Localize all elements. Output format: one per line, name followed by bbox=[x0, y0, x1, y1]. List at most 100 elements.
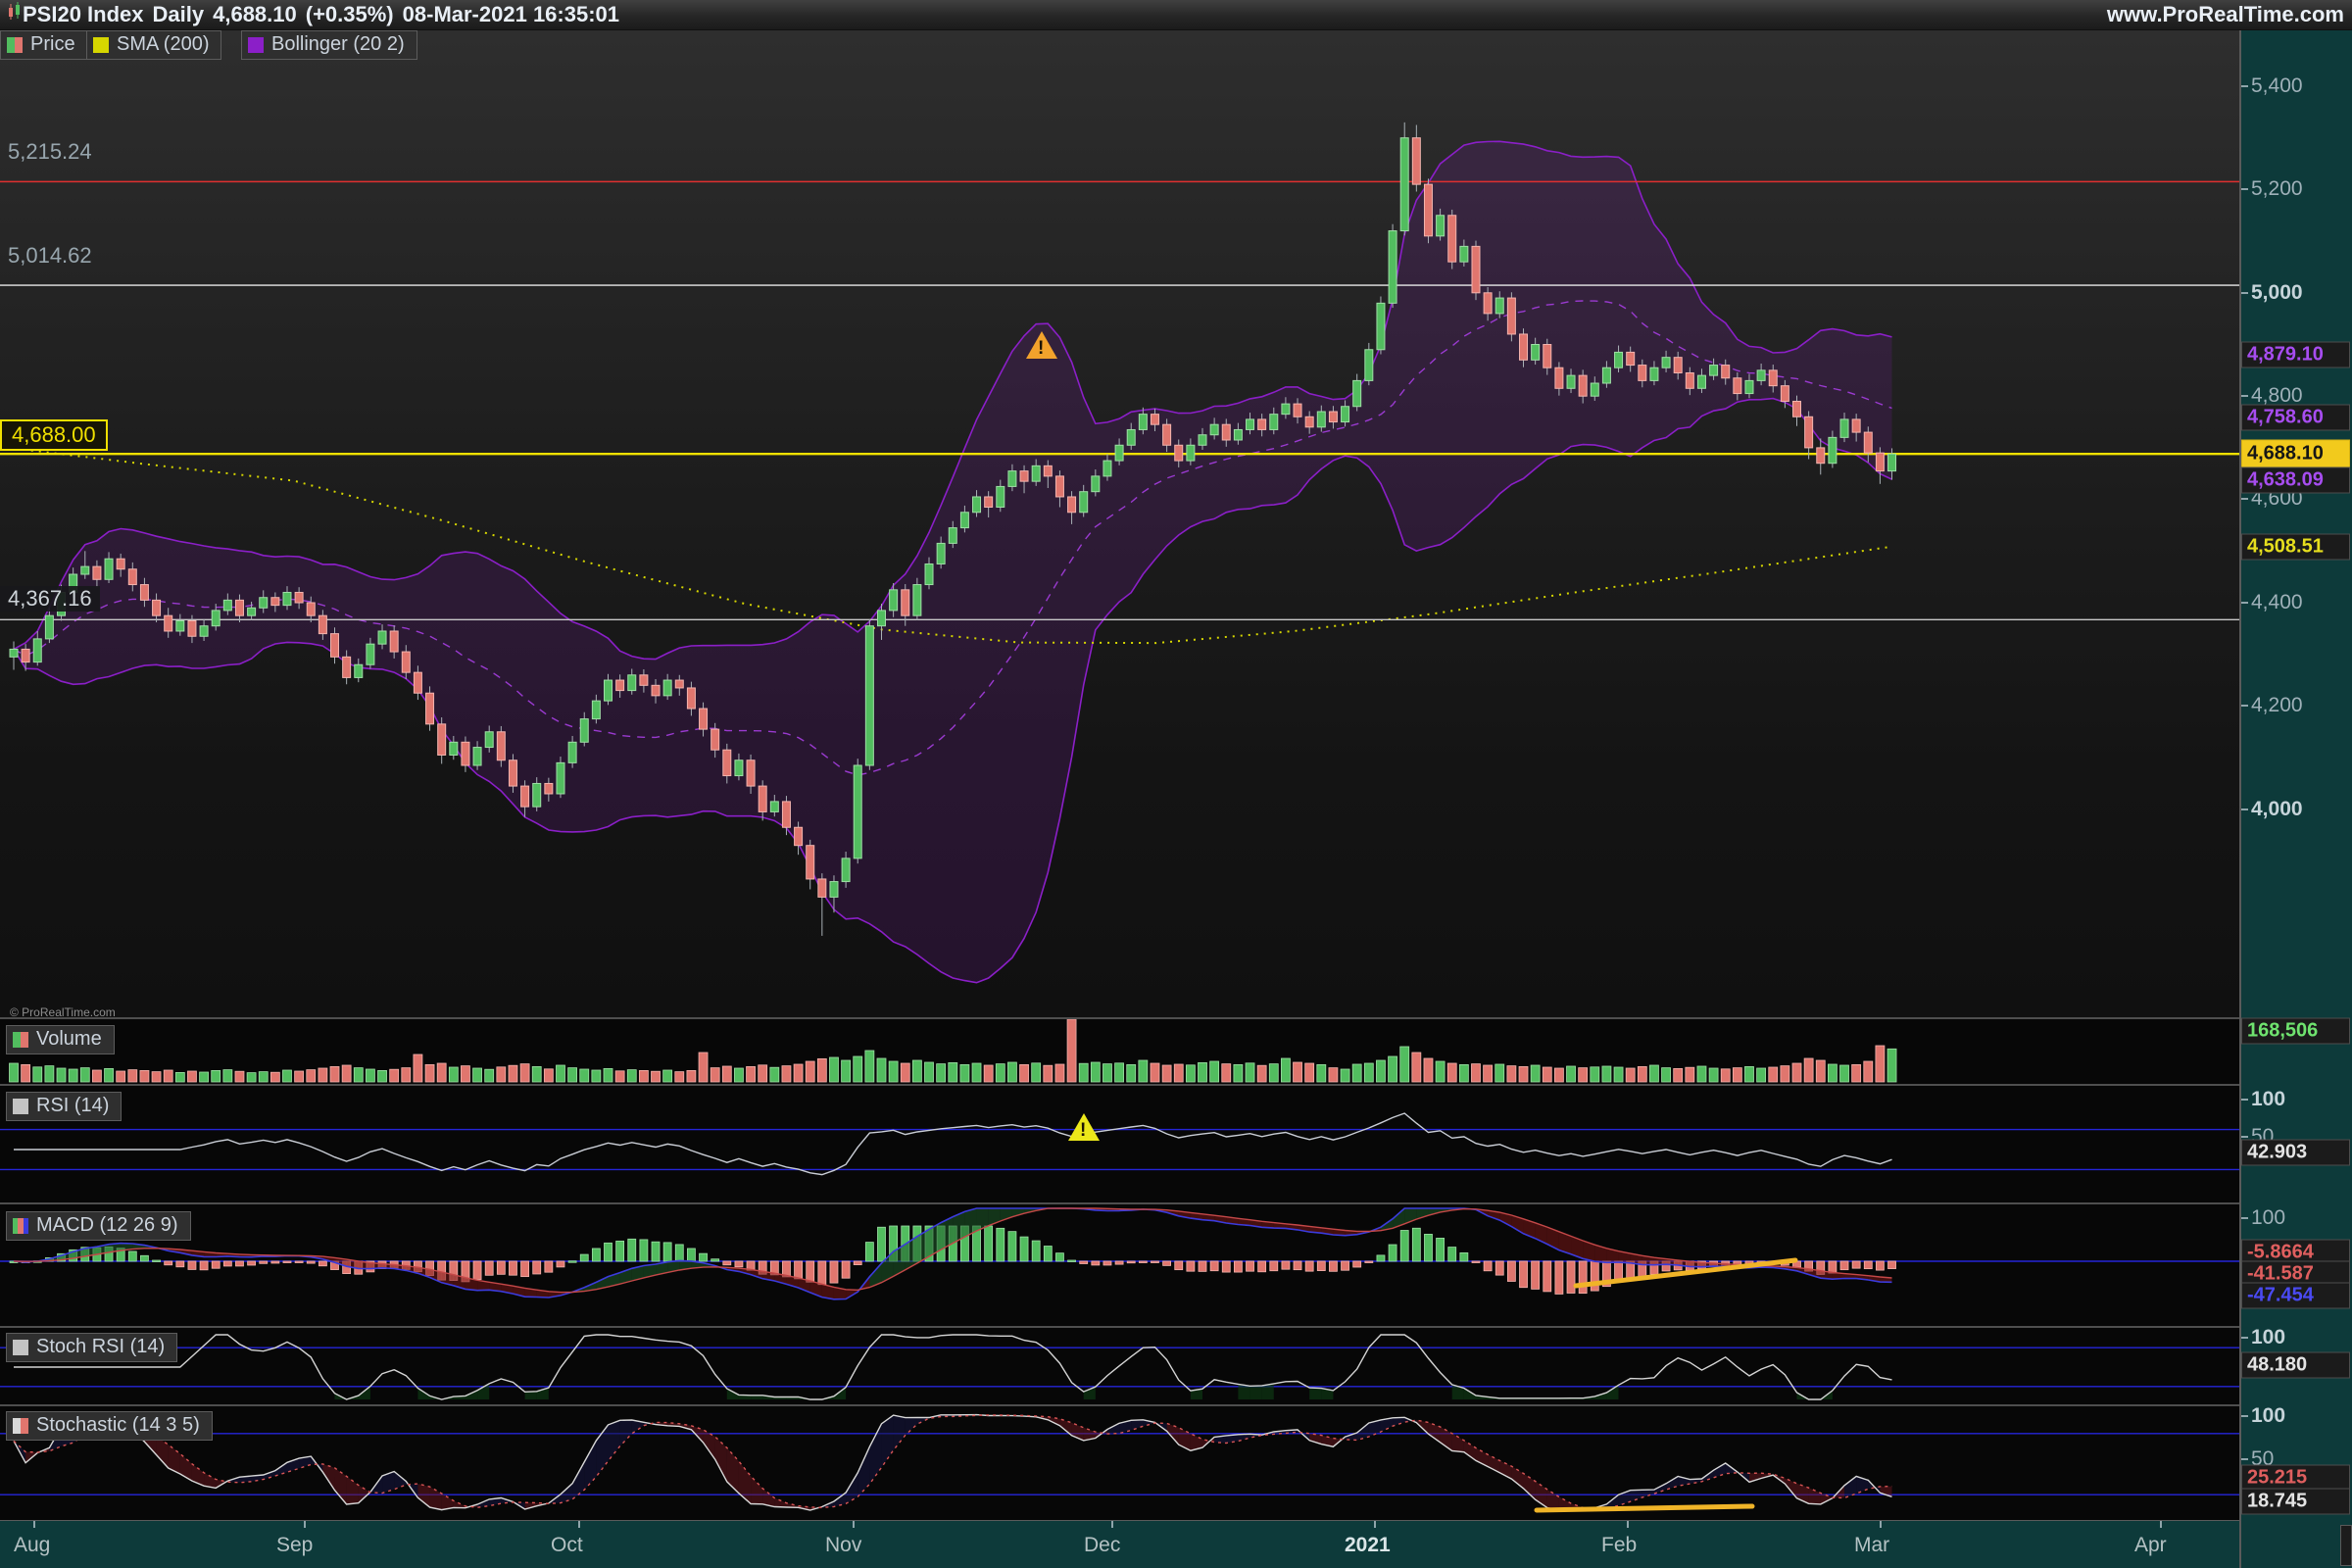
stochrsi-panel-label[interactable]: Stoch RSI (14) bbox=[6, 1333, 177, 1362]
time-axis-label: Mar bbox=[1854, 1534, 1889, 1557]
candle-body bbox=[1115, 445, 1123, 461]
macd-histogram-bar bbox=[1270, 1261, 1278, 1271]
panel-separator[interactable] bbox=[0, 1084, 2239, 1086]
candle-body bbox=[343, 657, 351, 677]
volume-bar bbox=[200, 1072, 209, 1082]
legend-item-bollinger[interactable]: Bollinger (20 2) bbox=[241, 30, 417, 60]
candle-body bbox=[807, 846, 814, 879]
volume-bar bbox=[1816, 1060, 1825, 1082]
volume-bar bbox=[223, 1070, 232, 1082]
candle-body bbox=[628, 675, 636, 691]
legend-item-sma[interactable]: SMA (200) bbox=[86, 30, 221, 60]
volume-bar bbox=[532, 1066, 541, 1082]
candle-body bbox=[1199, 435, 1206, 446]
volume-bar bbox=[770, 1067, 779, 1082]
price-axis-tick-label: 100 bbox=[2251, 1326, 2285, 1349]
candle-body bbox=[260, 598, 268, 609]
macd-histogram-bar bbox=[307, 1261, 315, 1263]
macd-histogram-bar bbox=[1495, 1261, 1503, 1275]
macd-histogram-bar bbox=[1151, 1261, 1158, 1263]
volume-bar bbox=[1079, 1063, 1088, 1082]
macd-histogram-bar bbox=[271, 1261, 279, 1263]
website-link[interactable]: www.ProRealTime.com bbox=[2107, 2, 2344, 27]
axis-corner-handle[interactable] bbox=[2340, 1525, 2352, 1566]
rsi-panel-label[interactable]: RSI (14) bbox=[6, 1092, 122, 1121]
stochastic-fill bbox=[1714, 1463, 1726, 1478]
volume-bar bbox=[187, 1071, 196, 1082]
candle-body bbox=[1234, 429, 1242, 440]
candle-body bbox=[426, 693, 434, 724]
volume-bar bbox=[461, 1066, 469, 1082]
volume-bar bbox=[1484, 1065, 1493, 1082]
candle-body bbox=[865, 626, 873, 765]
volume-bar bbox=[366, 1069, 374, 1082]
volume-panel-label[interactable]: Volume bbox=[6, 1025, 115, 1054]
macd-histogram-bar bbox=[1829, 1261, 1837, 1273]
price-axis-value-badge: 4,758.60 bbox=[2241, 405, 2350, 431]
time-axis-label: 2021 bbox=[1345, 1534, 1391, 1557]
panel-separator[interactable] bbox=[0, 1404, 2239, 1406]
volume-bar bbox=[1127, 1064, 1136, 1082]
macd-histogram-bar bbox=[1342, 1261, 1349, 1270]
volume-bar bbox=[1400, 1047, 1409, 1082]
time-axis-tick bbox=[33, 1521, 35, 1528]
level-label-5014[interactable]: 5,014.62 bbox=[8, 243, 92, 269]
macd-histogram-bar bbox=[592, 1249, 600, 1261]
candle-body bbox=[1270, 415, 1278, 430]
candle-body bbox=[877, 611, 885, 626]
volume-bar bbox=[734, 1068, 743, 1082]
volume-bar bbox=[604, 1068, 612, 1082]
level-label-5215[interactable]: 5,215.24 bbox=[8, 139, 92, 165]
legend-item-price[interactable]: Price bbox=[0, 30, 88, 60]
volume-bar bbox=[318, 1068, 327, 1082]
price-axis-tick bbox=[2241, 85, 2248, 87]
candle-body bbox=[1412, 138, 1420, 184]
volume-bar bbox=[414, 1054, 422, 1082]
macd-histogram-bar bbox=[318, 1261, 326, 1266]
price-axis-value-badge: -47.454 bbox=[2241, 1283, 2350, 1309]
panel-separator[interactable] bbox=[0, 1202, 2239, 1204]
macd-histogram-bar bbox=[1163, 1261, 1171, 1265]
level-label-4367[interactable]: 4,367.16 bbox=[0, 586, 100, 612]
volume-bar bbox=[307, 1070, 316, 1082]
candle-body bbox=[165, 615, 172, 631]
warning-icon[interactable]: ! bbox=[1068, 1113, 1100, 1141]
stochastic-fill bbox=[751, 1476, 762, 1504]
candle-body bbox=[854, 765, 861, 858]
candle-body bbox=[1650, 368, 1658, 380]
macd-histogram-bar bbox=[223, 1261, 231, 1266]
time-axis-tick bbox=[304, 1521, 306, 1528]
stochastic-panel-label[interactable]: Stochastic (14 3 5) bbox=[6, 1411, 213, 1441]
panel-separator[interactable] bbox=[0, 1017, 2239, 1019]
candle-body bbox=[1639, 366, 1646, 381]
candle-body bbox=[735, 760, 743, 776]
volume-bar bbox=[247, 1073, 256, 1082]
time-axis-tick bbox=[2160, 1521, 2162, 1528]
candle-body bbox=[378, 631, 386, 644]
level-label-4688[interactable]: 4,688.00 bbox=[0, 419, 108, 451]
macd-histogram-bar bbox=[1234, 1261, 1242, 1272]
price-axis-tick-label: 5,400 bbox=[2251, 74, 2303, 98]
candle-body bbox=[307, 603, 315, 615]
macd-histogram-bar bbox=[1258, 1261, 1266, 1272]
chart-canvas[interactable] bbox=[0, 0, 2239, 1568]
warning-icon[interactable]: ! bbox=[1026, 331, 1057, 359]
volume-bar bbox=[1543, 1067, 1551, 1082]
candle-body bbox=[1817, 448, 1825, 464]
volume-bar bbox=[1876, 1046, 1885, 1082]
stochastic-fill bbox=[727, 1447, 739, 1493]
stochastic-fill bbox=[715, 1437, 727, 1482]
panel-separator[interactable] bbox=[0, 1326, 2239, 1328]
macd-histogram-bar bbox=[248, 1261, 256, 1265]
candle-body bbox=[890, 590, 898, 611]
stochastic-fill bbox=[1393, 1417, 1404, 1426]
candle-body bbox=[1282, 404, 1290, 415]
stochastic-icon bbox=[13, 1418, 28, 1434]
candle-body bbox=[663, 680, 671, 696]
candle-body bbox=[605, 680, 612, 701]
volume-bar bbox=[1199, 1062, 1207, 1082]
macd-panel-label[interactable]: MACD (12 26 9) bbox=[6, 1211, 191, 1241]
stochastic-fill bbox=[192, 1464, 204, 1486]
candle-body bbox=[1507, 298, 1515, 334]
volume-bar bbox=[1614, 1067, 1623, 1082]
